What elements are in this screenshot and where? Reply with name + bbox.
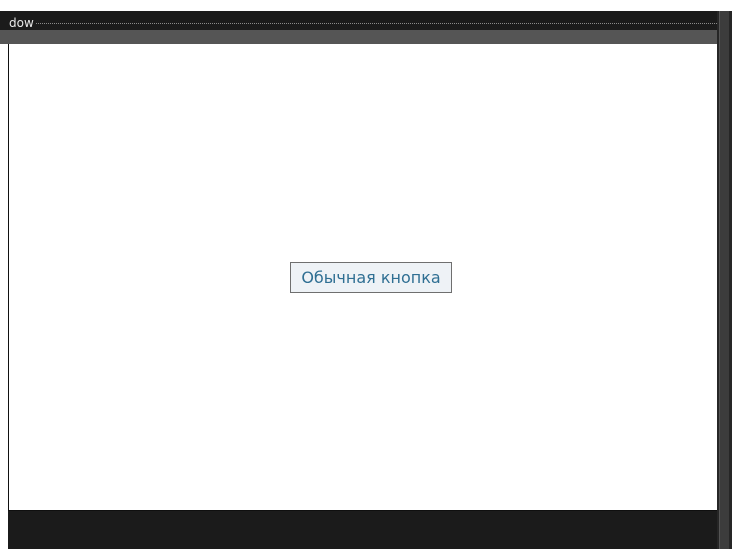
scrollbar-thumb[interactable] bbox=[719, 11, 729, 549]
window-bar bbox=[0, 30, 717, 44]
plain-button[interactable]: Обычная кнопка bbox=[290, 262, 452, 293]
title-strip: dow bbox=[0, 16, 717, 30]
title-divider bbox=[35, 22, 717, 24]
top-edge bbox=[0, 0, 732, 11]
window-title: dow bbox=[9, 16, 34, 30]
left-frame bbox=[0, 44, 8, 510]
bottom-bar bbox=[8, 510, 717, 549]
screen: dow Обычная кнопка bbox=[0, 0, 732, 549]
